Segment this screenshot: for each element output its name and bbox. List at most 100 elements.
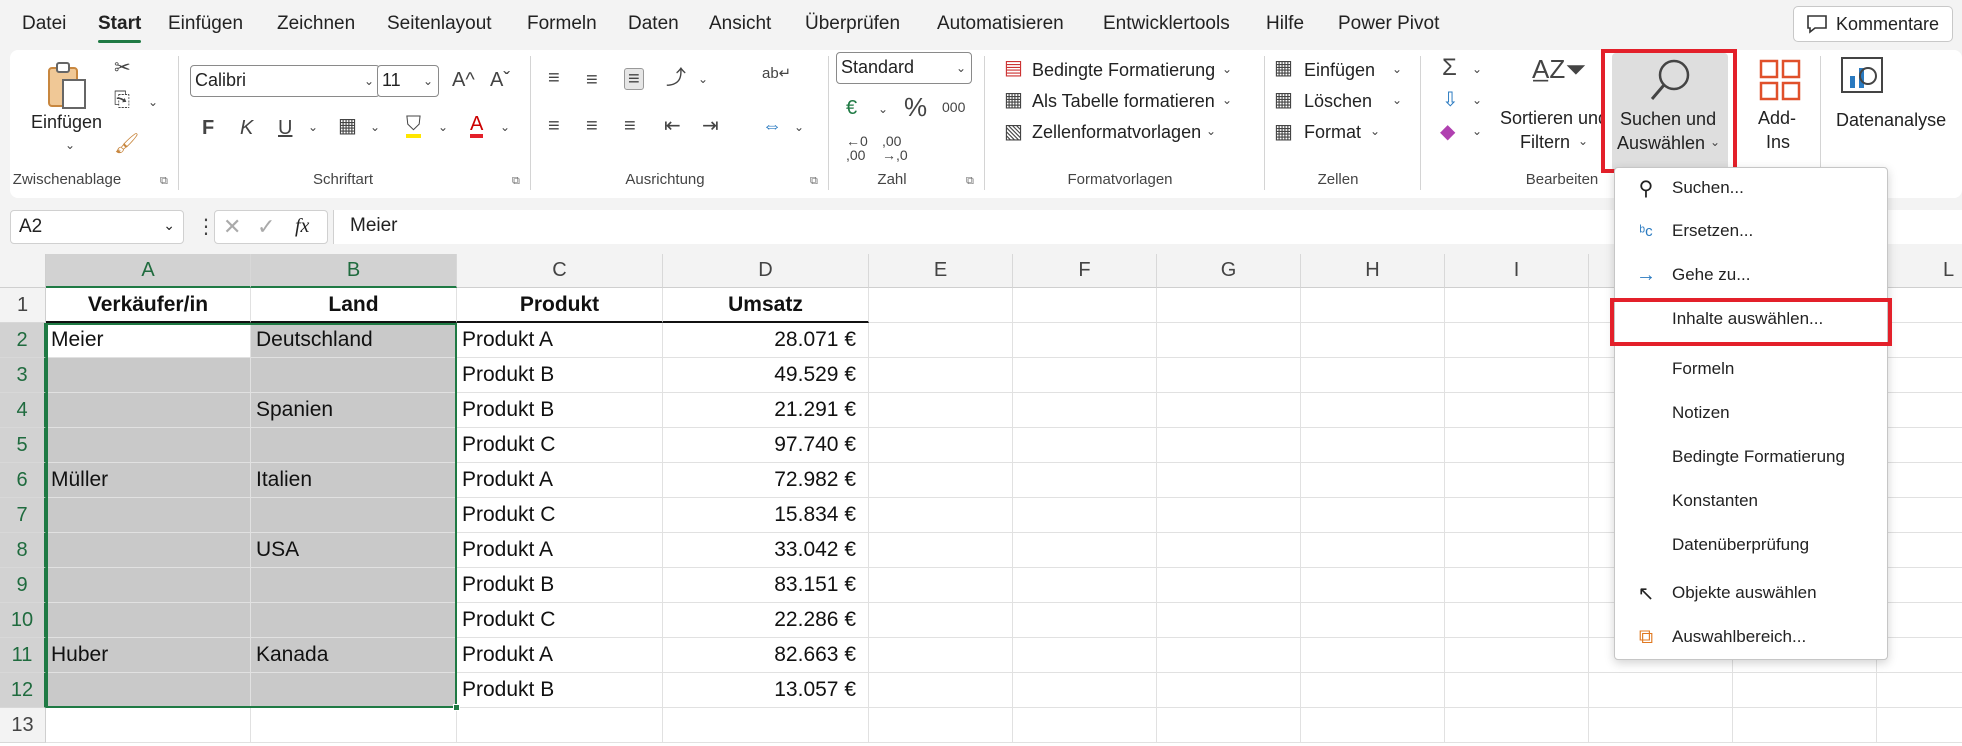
cell-e3[interactable] [869,358,1013,393]
underline-button[interactable]: U [278,118,292,138]
cell-d10[interactable]: 22.286 € [663,603,869,638]
cell-g7[interactable] [1157,498,1301,533]
cell-c6[interactable]: Produkt A [457,463,663,498]
sort-filter-label-1[interactable]: Sortieren und [1500,108,1602,129]
cell-l8[interactable] [1877,533,1962,568]
cell-a12[interactable] [46,673,251,708]
row-header-10[interactable]: 10 [0,603,46,638]
cell-b13[interactable] [251,708,457,743]
chevron-down-icon[interactable]: ⌄ [1472,124,1482,138]
cell-g2[interactable] [1157,323,1301,358]
menu-item-bedingte-formatierung[interactable]: Bedingte Formatierung [1615,437,1887,477]
menu-item-gehe-zu[interactable]: → Gehe zu... [1615,255,1887,295]
cell-l9[interactable] [1877,568,1962,603]
addins-label-2[interactable]: Ins [1766,132,1790,153]
number-format-select[interactable]: Standard ⌄ [836,52,972,84]
increase-indent-icon[interactable]: ⇥ [702,116,719,136]
row-header-13[interactable]: 13 [0,708,46,743]
align-middle-icon[interactable]: ≡ [586,70,598,90]
row-header-3[interactable]: 3 [0,358,46,393]
cell-a2[interactable]: Meier [46,323,251,358]
orientation-icon[interactable]: ⤴ [666,68,686,88]
align-center-icon[interactable]: ≡ [586,116,598,136]
tab-ueberpruefen[interactable]: Überprüfen [805,13,900,35]
cancel-icon[interactable]: ✕ [223,214,241,240]
currency-chevron-icon[interactable]: ⌄ [878,102,888,116]
cell-c11[interactable]: Produkt A [457,638,663,673]
cell-a9[interactable] [46,568,251,603]
cell-d9[interactable]: 83.151 € [663,568,869,603]
sort-filter-label-2[interactable]: Filtern [1520,132,1570,153]
cell-a11[interactable]: Huber [46,638,251,673]
wrap-text-icon[interactable]: ab↵ [762,66,791,81]
menu-item-formeln[interactable]: Formeln [1615,349,1887,389]
format-cells-icon[interactable]: ▦ [1274,122,1293,142]
tab-automatisieren[interactable]: Automatisieren [937,13,1064,35]
merge-center-icon[interactable]: ⇔ [762,116,782,136]
thousands-button[interactable]: 000 [942,100,965,114]
cell-g5[interactable] [1157,428,1301,463]
column-header-d[interactable]: D [663,254,869,288]
orientation-chevron-icon[interactable]: ⌄ [698,72,708,86]
cell-a13[interactable] [46,708,251,743]
italic-button[interactable]: K [240,118,253,138]
column-header-g[interactable]: G [1157,254,1301,288]
column-header-i[interactable]: I [1445,254,1589,288]
cell-styles-button[interactable]: Zellenformatvorlagen [1032,122,1201,143]
cell-l6[interactable] [1877,463,1962,498]
cell-a4[interactable] [46,393,251,428]
cell-i6[interactable] [1445,463,1589,498]
align-top-icon[interactable]: ≡ [548,68,560,88]
cell-g8[interactable] [1157,533,1301,568]
cell-f7[interactable] [1013,498,1157,533]
cell-b5[interactable] [251,428,457,463]
cell-b2[interactable]: Deutschland [251,323,457,358]
cell-d13[interactable] [663,708,869,743]
decrease-indent-icon[interactable]: ⇤ [664,116,681,136]
cell-g10[interactable] [1157,603,1301,638]
increase-decimal-icon[interactable]: ←0,00 [846,134,868,162]
cell-b6[interactable]: Italien [251,463,457,498]
cell-d7[interactable]: 15.834 € [663,498,869,533]
row-header-5[interactable]: 5 [0,428,46,463]
cell-g12[interactable] [1157,673,1301,708]
cell-i13[interactable] [1445,708,1589,743]
cell-g13[interactable] [1157,708,1301,743]
cell-styles-icon[interactable]: ▧ [1004,122,1023,142]
cell-e12[interactable] [869,673,1013,708]
row-header-12[interactable]: 12 [0,673,46,708]
cell-b10[interactable] [251,603,457,638]
cell-d12[interactable]: 13.057 € [663,673,869,708]
cell-d8[interactable]: 33.042 € [663,533,869,568]
number-launcher-icon[interactable]: ⧉ [966,175,974,188]
cut-icon[interactable]: ✂ [114,58,131,78]
cell-i1[interactable] [1445,288,1589,323]
delete-cells-button[interactable]: Löschen [1304,91,1372,112]
cell-h3[interactable] [1301,358,1445,393]
column-header-f[interactable]: F [1013,254,1157,288]
comments-button[interactable]: Kommentare [1793,6,1953,42]
menu-item-ersetzen[interactable]: ᵇc Ersetzen... [1615,211,1887,251]
cell-a1[interactable]: Verkäufer/in [46,288,251,323]
chevron-down-icon[interactable]: ⌄ [1472,62,1482,76]
data-analysis-label[interactable]: Datenanalyse [1836,110,1946,131]
cell-i12[interactable] [1445,673,1589,708]
cell-f6[interactable] [1013,463,1157,498]
cell-c10[interactable]: Produkt C [457,603,663,638]
cell-b7[interactable] [251,498,457,533]
tab-formeln[interactable]: Formeln [527,13,597,35]
tab-hilfe[interactable]: Hilfe [1266,13,1304,35]
align-right-icon[interactable]: ≡ [624,116,636,136]
cell-e10[interactable] [869,603,1013,638]
chevron-down-icon[interactable]: ⌄ [1206,124,1216,138]
cell-a5[interactable] [46,428,251,463]
column-header-b[interactable]: B [251,254,457,288]
cell-h13[interactable] [1301,708,1445,743]
cell-h6[interactable] [1301,463,1445,498]
chevron-down-icon[interactable]: ⌄ [1222,93,1232,107]
font-color-chevron-icon[interactable]: ⌄ [500,120,510,134]
decrease-decimal-icon[interactable]: ,00 →,0 [882,134,908,162]
cell-c8[interactable]: Produkt A [457,533,663,568]
cell-c3[interactable]: Produkt B [457,358,663,393]
tab-entwicklertools[interactable]: Entwicklertools [1103,13,1230,35]
